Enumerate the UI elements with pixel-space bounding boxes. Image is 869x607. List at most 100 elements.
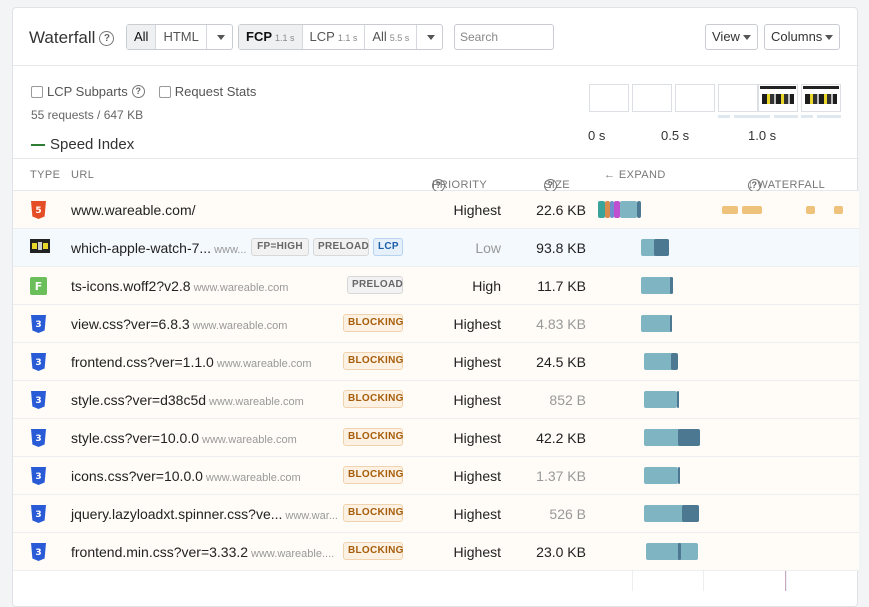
expand-button[interactable]: ← EXPAND [604,169,666,181]
svg-text:3: 3 [35,548,41,558]
waterfall-bar [678,543,681,560]
waterfall-cell[interactable] [596,305,859,343]
speed-index-legend: Speed Index [31,136,134,153]
waterfall-bar [682,505,699,522]
filmstrip-frame[interactable] [801,84,841,112]
columns-button[interactable]: Columns [764,24,841,50]
table-row[interactable]: Fts-icons.woff2?v2.8 www.wareable.com PREL… [13,267,859,305]
waterfall-bar [654,239,669,256]
request-url[interactable]: icons.css?ver=10.0.0 www.wareable.com [71,468,301,484]
column-url[interactable]: URL [71,169,94,181]
waterfall-bar [670,315,672,332]
table-row[interactable]: 3 frontend.min.css?ver=3.33.2 www.wareable… [13,533,859,571]
waterfall-cell[interactable] [596,343,859,381]
waterfall-bar [641,277,673,294]
request-url-path: style.css?ver=10.0.0 [71,430,200,446]
request-stats-checkbox[interactable]: Request Stats [158,84,256,99]
metric-filter-fcp[interactable]: FCP 1.1 s [239,25,303,49]
table-row[interactable]: 3 style.css?ver=10.0.0 www.wareable.com BLO… [13,419,859,457]
request-url[interactable]: frontend.min.css?ver=3.33.2 www.wareable.… [71,544,334,560]
request-url[interactable]: view.css?ver=6.8.3 www.wareable.com [71,316,287,332]
table-row[interactable]: 3 view.css?ver=6.8.3 www.wareable.com BLOCK… [13,305,859,343]
waterfall-bar [678,467,680,484]
table-row[interactable]: which-apple-watch-7... www... LCP PRELOAD FP… [13,229,859,267]
request-size: 42.2 KB [536,430,586,446]
view-button[interactable]: View [705,24,758,50]
options-bar: LCP Subparts? Request Stats [31,84,256,99]
type-filter-dropdown[interactable] [207,25,232,49]
search-input[interactable] [454,24,554,50]
filmstrip-frame[interactable] [632,84,672,112]
request-url[interactable]: which-apple-watch-7... www... [71,240,246,256]
css-file-icon: 3 [30,467,47,485]
waterfall-bar [646,543,698,560]
waterfall-cell[interactable] [596,419,859,457]
type-filter-html[interactable]: HTML [156,25,207,49]
waterfall-cell[interactable] [596,533,859,571]
waterfall-cell[interactable] [596,381,859,419]
speed-index-line [31,143,45,146]
filmstrip-frame[interactable] [589,84,629,112]
waterfall-bar [644,391,677,408]
filmstrip-frame[interactable] [758,84,798,112]
waterfall-bar [677,391,679,408]
type-filter: All HTML [126,24,233,50]
waterfall-cell[interactable] [596,457,859,495]
request-url[interactable]: www.wareable.com/ [71,202,196,218]
filmstrip-frame[interactable] [718,84,758,112]
css-file-icon: 3 [30,353,47,371]
request-priority: Highest [453,544,501,560]
request-url-path: style.css?ver=d38c5d [71,392,207,408]
request-url[interactable]: style.css?ver=d38c5d www.wareable.com [71,392,304,408]
request-url-path: view.css?ver=6.8.3 [71,316,190,332]
css-file-icon: 3 [30,315,47,333]
waterfall-bar [637,201,641,218]
request-domain: www.wareable.... [251,548,335,560]
chevron-down-icon [742,35,751,41]
help-icon[interactable]: ? [99,31,115,47]
svg-text:3: 3 [35,320,41,330]
lcp-subparts-checkbox[interactable]: LCP Subparts? [31,84,145,99]
metric-filter-all[interactable]: All 5.5 s [365,25,418,49]
request-url[interactable]: ts-icons.woff2?v2.8 www.wareable.com [71,278,288,294]
request-url[interactable]: frontend.css?ver=1.1.0 www.wareable.com [71,354,312,370]
request-domain: www.wareable.com [216,358,312,370]
metric-filter-dropdown[interactable] [417,25,442,49]
request-priority: Highest [453,202,501,218]
request-size: 23.0 KB [536,544,586,560]
waterfall-bar [644,467,678,484]
filmstrip-progress [718,115,758,118]
blocking-badge: BLOCKING [343,542,403,560]
column-type[interactable]: TYPE [30,169,60,181]
request-domain: www.war... [285,510,338,522]
table-row[interactable]: 5 www.wareable.com/Highest 22.6 KB [13,191,859,229]
waterfall-bar [598,201,605,218]
request-summary: 55 requests / 647 KB [31,108,144,122]
metric-filter-lcp[interactable]: LCP 1.1 s [303,25,366,49]
waterfall-bar [620,201,637,218]
table-row[interactable]: 3 frontend.css?ver=1.1.0 www.wareable.com B… [13,343,859,381]
request-size: 93.8 KB [536,240,586,256]
waterfall-cell[interactable] [596,229,859,267]
css-file-icon: 3 [30,543,47,561]
blocking-badge: BLOCKING [343,428,403,446]
type-filter-all[interactable]: All [127,25,157,49]
table-row[interactable]: 3 icons.css?ver=10.0.0 www.wareable.com BLO… [13,457,859,495]
help-icon[interactable]: ? [131,85,145,98]
request-url[interactable]: style.css?ver=10.0.0 www.wareable.com [71,430,297,446]
request-priority: Highest [453,316,501,332]
request-priority: High [472,278,501,294]
waterfall-cell[interactable] [596,495,859,533]
metric-filter: FCP 1.1 s LCP 1.1 s All 5.5 s [238,24,444,50]
filmstrip-frame[interactable] [675,84,715,112]
chevron-down-icon [825,35,834,41]
waterfall-cell[interactable] [596,267,859,305]
filmstrip-time-label: 0.5 s [661,128,690,143]
request-priority: Highest [453,468,501,484]
table-row[interactable]: 3 style.css?ver=d38c5d www.wareable.com BLO… [13,381,859,419]
preload-badge: PRELOAD [347,276,403,294]
chevron-down-icon [427,35,436,41]
waterfall-cell[interactable] [596,191,859,229]
table-row[interactable]: 3 jquery.lazyloadxt.spinner.css?ve... www.… [13,495,859,533]
request-url[interactable]: jquery.lazyloadxt.spinner.css?ve... www.w… [71,506,338,522]
